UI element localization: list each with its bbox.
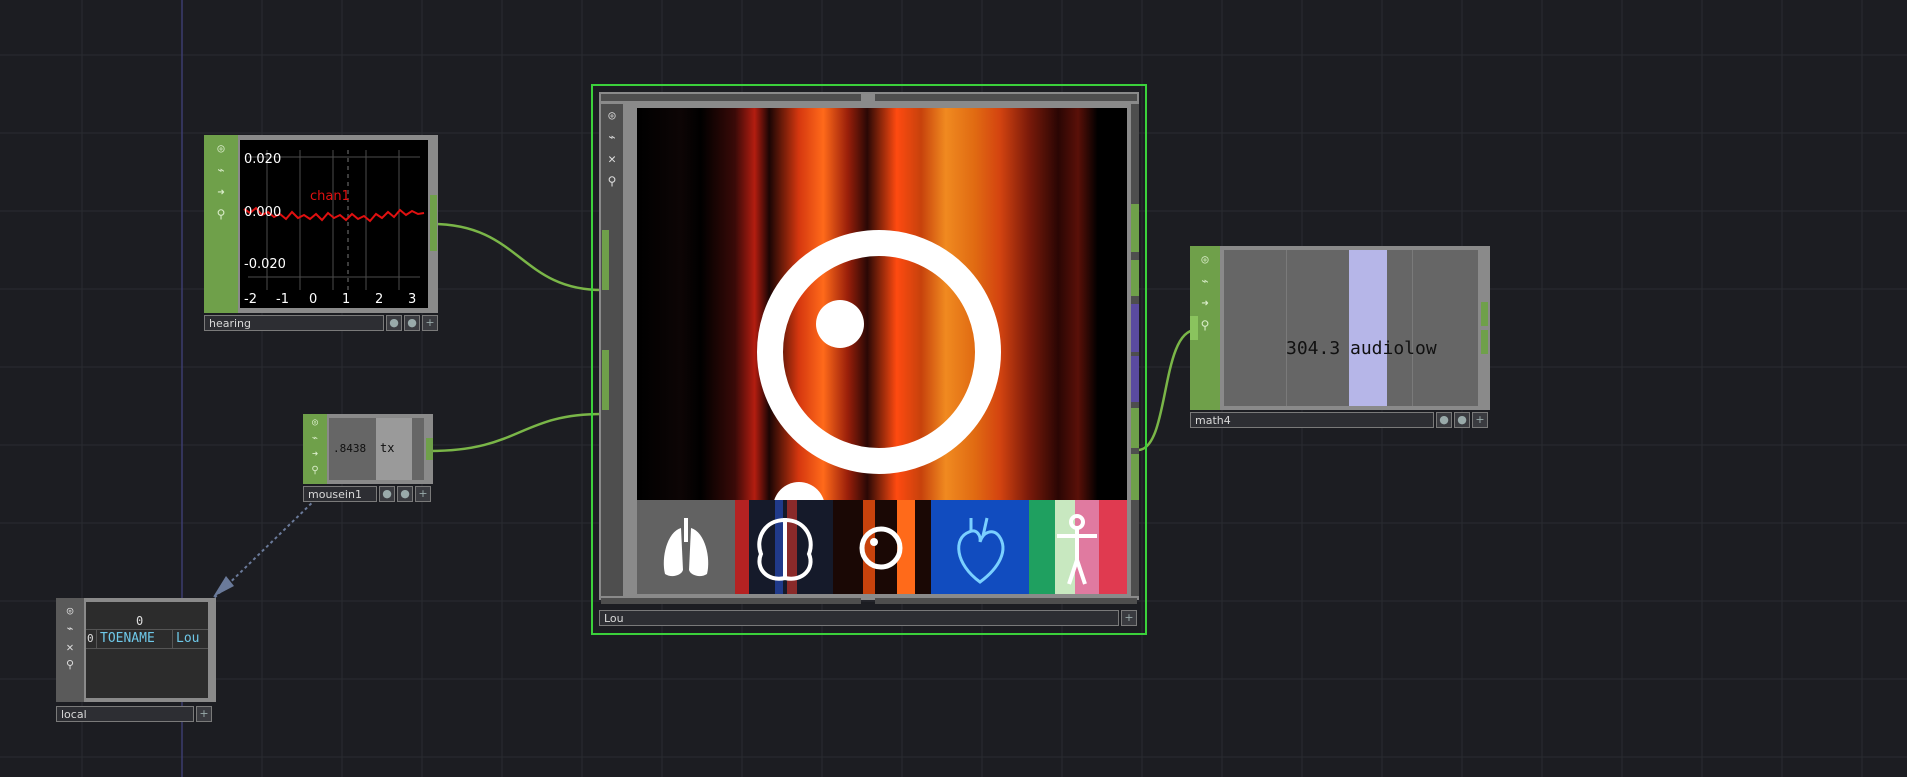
node-label[interactable]: local bbox=[56, 706, 194, 722]
display-toggle-icon[interactable]: ● bbox=[397, 486, 413, 502]
lock-icon[interactable]: ⚲ bbox=[603, 174, 621, 192]
reference-arrow-icon bbox=[213, 576, 234, 597]
display-toggle-icon[interactable]: ● bbox=[404, 315, 420, 331]
output-connector[interactable] bbox=[1131, 454, 1139, 500]
display-toggle-icon[interactable]: ● bbox=[1454, 412, 1470, 428]
channel-name: tx bbox=[380, 441, 395, 455]
output-connector[interactable] bbox=[1131, 204, 1139, 252]
viewer-toggle-icon[interactable]: ● bbox=[1436, 412, 1452, 428]
row-index: 0 bbox=[87, 632, 94, 645]
viewer-toggle-icon[interactable]: ● bbox=[386, 315, 402, 331]
lock-icon[interactable]: ⚲ bbox=[1195, 316, 1215, 334]
plus-icon[interactable]: + bbox=[1472, 412, 1488, 428]
output-connector[interactable] bbox=[1131, 304, 1139, 352]
viewer-toggle-icon[interactable]: ● bbox=[379, 486, 395, 502]
chop-values-view: 304.3 audiolow bbox=[1224, 250, 1478, 406]
y-tick-mid: 0.000 bbox=[244, 205, 281, 220]
viewer-icon[interactable]: ◎ bbox=[1195, 250, 1215, 268]
output-connector[interactable] bbox=[1131, 260, 1139, 296]
node-math4[interactable]: ◎ ⌁ ➜ ⚲ 304.3 audiolow math4 ● ● + bbox=[1190, 246, 1490, 430]
viewer-icon[interactable]: ◎ bbox=[211, 139, 231, 157]
channel-value: 304.3 bbox=[1286, 338, 1341, 359]
thumbnail-strip bbox=[637, 500, 1127, 594]
x-tick: 2 bbox=[375, 292, 383, 307]
x-tick: -1 bbox=[276, 292, 289, 307]
output-connector[interactable] bbox=[1481, 330, 1488, 354]
node-label[interactable]: mousein1 bbox=[303, 486, 377, 502]
plus-icon[interactable]: + bbox=[422, 315, 438, 331]
chop-values-view: .8438 tx bbox=[329, 418, 424, 480]
viewer-icon[interactable]: ◎ bbox=[60, 604, 80, 620]
eye-pupil bbox=[816, 300, 864, 348]
node-hearing[interactable]: ◎ ⌁ ➜ ⚲ 0.020 0.000 -0.020 chan1 -2 -1 0… bbox=[204, 135, 438, 331]
output-connector[interactable] bbox=[430, 195, 437, 251]
node-mousein1[interactable]: ◎ ⌁ ➜ ⚲ .8438 tx mousein1 ● ● + bbox=[303, 414, 433, 502]
channel-value: .8438 bbox=[333, 442, 367, 455]
output-connector[interactable] bbox=[1481, 302, 1488, 326]
plus-icon[interactable]: + bbox=[196, 706, 212, 722]
y-tick-top: 0.020 bbox=[244, 152, 281, 167]
table-view: 0 0 TOENAME Lou bbox=[86, 602, 208, 698]
bypass-icon[interactable]: ⌁ bbox=[1195, 272, 1215, 290]
lock-icon[interactable]: ⚲ bbox=[305, 462, 325, 478]
plus-icon[interactable]: + bbox=[415, 486, 431, 502]
node-label[interactable]: Lou bbox=[599, 610, 1119, 626]
close-x-icon[interactable]: ✕ bbox=[60, 640, 80, 656]
bypass-icon[interactable]: ⌁ bbox=[60, 622, 80, 638]
bypass-icon[interactable]: ⌁ bbox=[305, 430, 325, 446]
export-arrow-icon[interactable]: ➜ bbox=[1195, 294, 1215, 312]
close-x-icon[interactable]: ✕ bbox=[603, 152, 621, 170]
input-connector[interactable] bbox=[602, 350, 609, 410]
output-connector[interactable] bbox=[1131, 408, 1139, 448]
column-index: 0 bbox=[136, 614, 144, 628]
bypass-icon[interactable]: ⌁ bbox=[211, 161, 231, 179]
x-tick: 1 bbox=[342, 292, 350, 307]
x-tick: 3 bbox=[408, 292, 416, 307]
output-connector[interactable] bbox=[426, 438, 433, 460]
node-lou[interactable]: ◎ ⌁ ✕ ⚲ Lou + bbox=[591, 84, 1147, 635]
node-local[interactable]: ◎ ⌁ ✕ ⚲ 0 0 TOENAME Lou local + bbox=[56, 598, 216, 726]
channel-name: audiolow bbox=[1350, 338, 1437, 359]
wire-hearing-to-lou bbox=[431, 222, 603, 292]
input-connector[interactable] bbox=[1190, 316, 1198, 340]
y-tick-bottom: -0.020 bbox=[244, 257, 286, 272]
output-connector[interactable] bbox=[1131, 356, 1139, 402]
x-tick: -2 bbox=[244, 292, 257, 307]
chop-graph: 0.020 0.000 -0.020 chan1 -2 -1 0 1 2 3 bbox=[240, 140, 428, 308]
input-connector[interactable] bbox=[602, 230, 609, 290]
bypass-icon[interactable]: ⌁ bbox=[603, 130, 621, 148]
table-cell: Lou bbox=[176, 631, 200, 646]
viewer-icon[interactable]: ◎ bbox=[305, 414, 325, 430]
channel-name: chan1 bbox=[310, 189, 350, 204]
lock-icon[interactable]: ⚲ bbox=[60, 658, 80, 674]
plus-icon[interactable]: + bbox=[1121, 610, 1137, 626]
export-arrow-icon[interactable]: ➜ bbox=[305, 446, 325, 462]
node-label[interactable]: hearing bbox=[204, 315, 384, 331]
node-label[interactable]: math4 bbox=[1190, 412, 1434, 428]
viewer-icon[interactable]: ◎ bbox=[603, 108, 621, 126]
table-cell: TOENAME bbox=[100, 631, 155, 646]
x-tick: 0 bbox=[309, 292, 317, 307]
top-preview bbox=[637, 108, 1127, 594]
lock-icon[interactable]: ⚲ bbox=[211, 205, 231, 223]
export-arrow-icon[interactable]: ➜ bbox=[211, 183, 231, 201]
